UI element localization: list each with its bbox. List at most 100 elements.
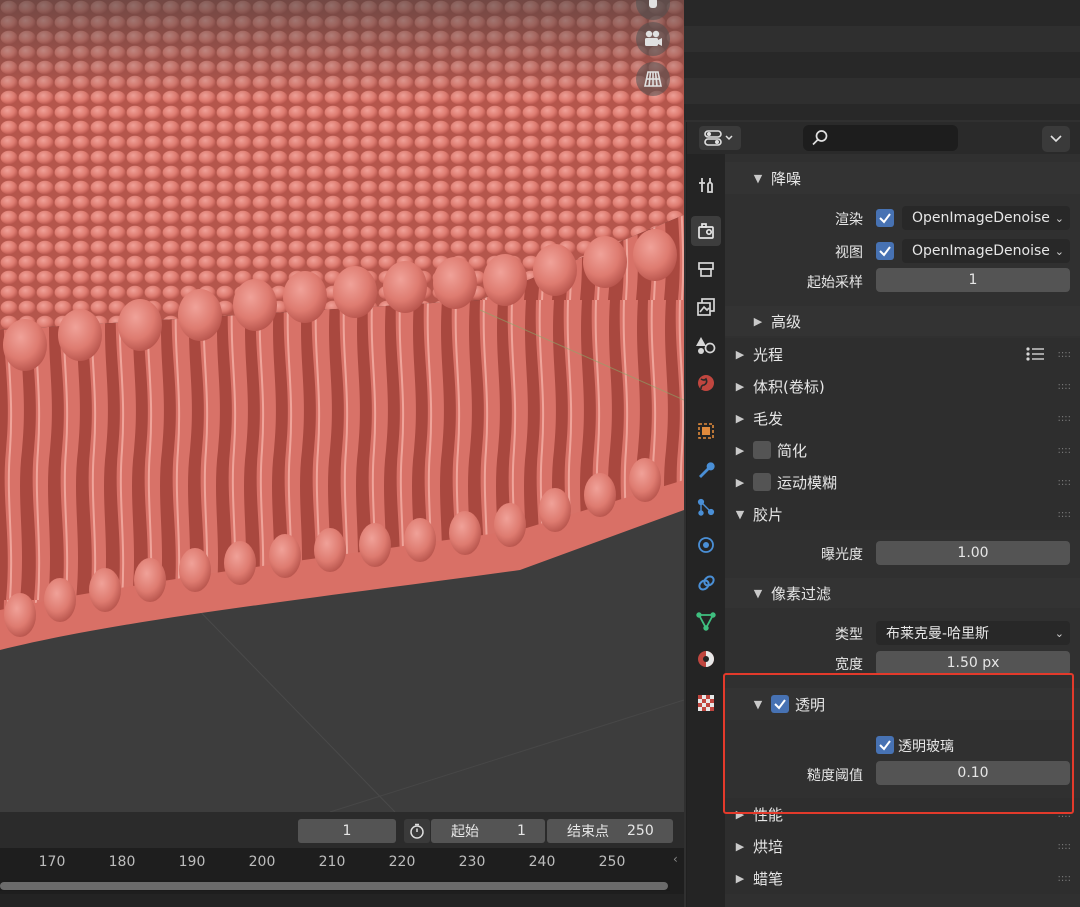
timeline-header: 1 起始 1 结束点 250 [0,812,684,848]
outliner-area[interactable] [684,0,1080,120]
denoise-viewport-dropdown[interactable]: OpenImageDenoise ⌄ [902,239,1070,263]
collapse-arrow-icon: ▶ [735,475,745,489]
start-value: 1 [517,823,526,839]
panel-motion-blur-header[interactable]: ▶ 运动模糊 :::: [725,466,1080,498]
panel-bake-header[interactable]: ▶ 烘培 :::: [725,830,1080,862]
outliner-row[interactable] [684,26,1080,52]
panel-light-paths-header[interactable]: ▶ 光程 :::: [725,338,1080,370]
3d-viewport[interactable] [0,0,684,812]
options-dropdown-button[interactable] [1042,126,1070,152]
tick-label: 180 [108,854,136,870]
editor-type-button[interactable] [699,126,741,150]
filter-width-value: 1.50 px [946,655,1000,671]
denoise-render-checkbox[interactable] [876,209,894,227]
panel-grease-pencil-title: 蜡笔 [753,869,784,888]
constraints-tab-icon[interactable] [691,568,721,598]
view-layer-tab-icon[interactable] [691,292,721,322]
scene-tab-icon[interactable] [691,330,721,360]
end-frame-field[interactable]: 结束点 250 [547,819,673,843]
end-value: 250 [627,823,654,839]
tick-label: 170 [38,854,66,870]
tick-label: 190 [178,854,206,870]
panel-light-paths-title: 光程 [753,345,784,364]
drag-handle-icon[interactable]: :::: [1058,445,1071,456]
expand-arrow-icon: ▼ [753,586,763,600]
data-tab-icon[interactable] [691,606,721,636]
filter-type-dropdown[interactable]: 布莱克曼-哈里斯 ⌄ [876,621,1070,645]
output-tab-icon[interactable] [691,254,721,284]
drag-handle-icon[interactable]: :::: [1058,381,1071,392]
panel-volumes-title: 体积(卷标) [753,377,825,396]
expand-arrow-icon: ▼ [735,507,745,521]
exposure-field[interactable]: 1.00 [876,541,1070,565]
motion-blur-checkbox[interactable] [753,473,771,491]
tick-label: 210 [318,854,346,870]
modifier-tab-icon[interactable] [691,454,721,484]
stopwatch-icon[interactable] [404,819,430,843]
exposure-label: 曝光度 [821,547,863,563]
drag-handle-icon[interactable]: :::: [1058,873,1071,884]
world-tab-icon[interactable] [691,368,721,398]
collapse-arrow-icon: ▶ [735,379,745,393]
particles-tab-icon[interactable] [691,492,721,522]
denoise-render-dropdown[interactable]: OpenImageDenoise ⌄ [902,206,1070,230]
simplify-checkbox[interactable] [753,441,771,459]
tick-label: 230 [458,854,486,870]
drag-handle-icon[interactable]: :::: [1058,509,1071,520]
expand-arrow-icon: ▼ [753,171,763,185]
panel-denoise-title: 降噪 [771,169,802,188]
denoise-viewport-label: 视图 [835,245,863,261]
membrane-render [0,0,684,812]
panel-advanced-title: 高级 [771,312,802,331]
panel-denoise-header[interactable]: ▼ 降噪 [725,162,1080,194]
material-tab-icon[interactable] [691,644,721,674]
scrollbar-thumb[interactable] [0,882,668,890]
search-input[interactable] [803,125,958,151]
panel-simplify-header[interactable]: ▶ 简化 :::: [725,434,1080,466]
filter-width-field[interactable]: 1.50 px [876,651,1070,675]
drag-handle-icon[interactable]: :::: [1058,841,1071,852]
object-tab-icon[interactable] [691,416,721,446]
collapse-arrow-icon: ▶ [735,839,745,853]
drag-handle-icon[interactable]: :::: [1058,349,1071,360]
timeline-scrollbar[interactable] [0,880,670,891]
drag-handle-icon[interactable]: :::: [1058,477,1071,488]
grid-icon[interactable] [636,62,670,96]
panel-advanced-header[interactable]: ▶ 高级 [725,306,1080,336]
timeline[interactable]: 1 起始 1 结束点 250 170 180 190 200 210 220 2… [0,812,684,907]
search-icon [812,130,828,146]
panel-hair-header[interactable]: ▶ 毛发 :::: [725,402,1080,434]
tick-label: 240 [528,854,556,870]
panel-grease-pencil-header[interactable]: ▶ 蜡笔 :::: [725,862,1080,894]
chevron-down-icon: ⌄ [1054,626,1064,640]
chevron-down-icon: ⌄ [1054,244,1064,258]
outliner-row[interactable] [684,78,1080,104]
panel-film-title: 胶片 [753,505,784,524]
current-frame-field[interactable]: 1 [298,819,396,843]
denoise-render-label: 渲染 [835,212,863,228]
drag-handle-icon[interactable]: :::: [1058,413,1071,424]
start-sample-value: 1 [968,272,978,288]
render-tab-icon[interactable] [691,216,721,246]
chevron-down-icon [1050,135,1062,143]
filter-type-value: 布莱克曼-哈里斯 [886,626,990,642]
physics-tab-icon[interactable] [691,530,721,560]
chevron-down-icon: ⌄ [1054,211,1064,225]
panel-motion-blur-title: 运动模糊 [777,473,838,492]
camera-icon[interactable] [636,22,670,56]
start-sample-field[interactable]: 1 [876,268,1070,292]
tick-label: 250 [598,854,626,870]
exposure-value: 1.00 [957,545,989,561]
properties-header [687,122,1080,154]
tool-tab-icon[interactable] [691,170,721,200]
panel-volumes-header[interactable]: ▶ 体积(卷标) :::: [725,370,1080,402]
panel-film-header[interactable]: ▼ 胶片 :::: [725,498,1080,530]
presets-list-icon[interactable] [1025,346,1045,362]
texture-tab-icon[interactable] [691,688,721,718]
start-frame-field[interactable]: 起始 1 [431,819,545,843]
denoise-viewport-checkbox[interactable] [876,242,894,260]
denoise-viewport-value: OpenImageDenoise [912,243,1050,259]
chevron-left-icon[interactable]: ‹ [673,852,678,866]
panel-pixel-filter-header[interactable]: ▼ 像素过滤 [725,578,1080,608]
end-label: 结束点 [567,824,609,840]
